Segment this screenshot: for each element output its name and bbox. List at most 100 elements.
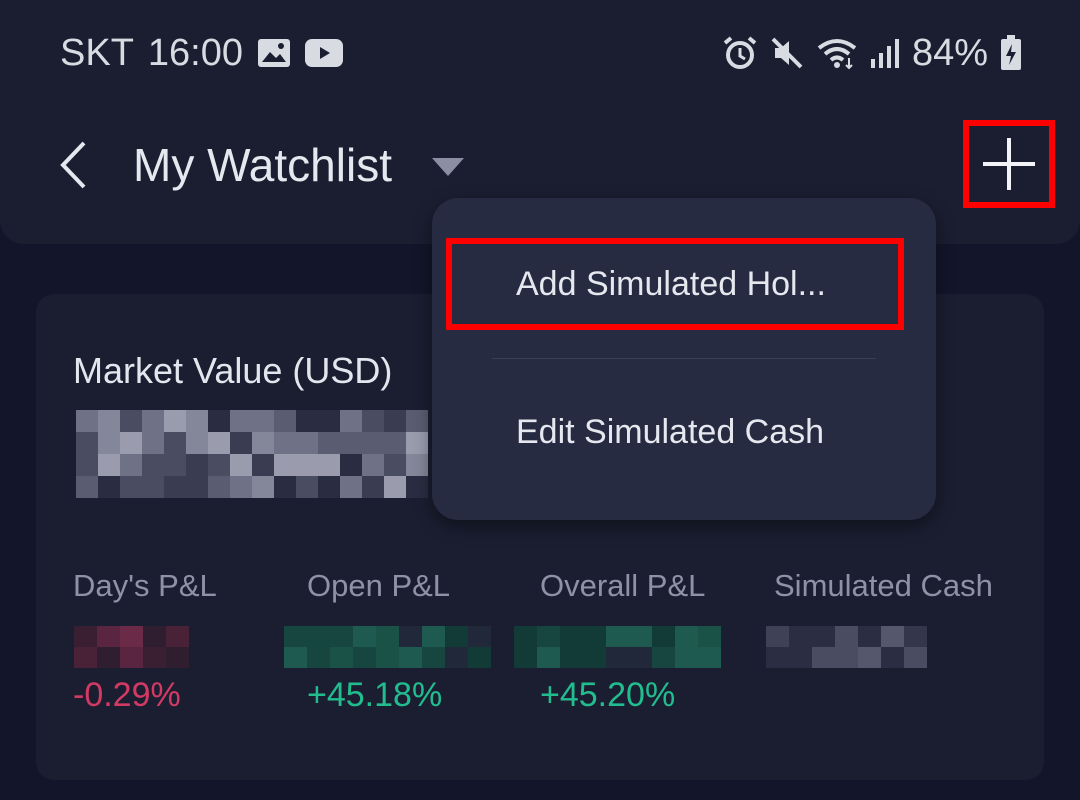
redaction-pixel xyxy=(406,432,428,454)
redaction-pixel xyxy=(120,626,143,647)
alarm-icon xyxy=(722,35,758,71)
redaction-pixel xyxy=(698,626,721,647)
redaction-pixel xyxy=(904,626,927,647)
redaction-pixel xyxy=(186,432,208,454)
video-icon xyxy=(305,39,343,67)
redaction-pixel xyxy=(560,626,583,647)
redaction-pixel xyxy=(399,626,422,647)
redaction-pixel xyxy=(208,410,230,432)
add-menu-popup: Add Simulated Hol... Edit Simulated Cash xyxy=(432,198,936,520)
redacted-days-pnl-value xyxy=(74,626,189,668)
redaction-pixel xyxy=(606,626,629,647)
add-button[interactable] xyxy=(963,120,1055,208)
redaction-pixel xyxy=(164,410,186,432)
battery-percent: 84% xyxy=(911,31,988,74)
overall-pnl-label: Overall P&L xyxy=(540,568,706,603)
redaction-pixel xyxy=(537,647,560,668)
image-icon xyxy=(257,38,291,68)
battery-icon xyxy=(1000,35,1022,71)
redaction-pixel xyxy=(142,476,164,498)
redaction-pixel xyxy=(858,626,881,647)
redaction-pixel xyxy=(166,647,189,668)
redaction-pixel xyxy=(384,454,406,476)
redaction-pixel xyxy=(362,476,384,498)
redaction-pixel xyxy=(789,647,812,668)
redaction-pixel xyxy=(142,410,164,432)
redaction-pixel xyxy=(296,432,318,454)
redaction-pixel xyxy=(252,454,274,476)
redaction-pixel xyxy=(142,432,164,454)
redaction-pixel xyxy=(296,410,318,432)
redaction-pixel xyxy=(97,626,120,647)
signal-icon xyxy=(870,37,900,69)
redaction-pixel xyxy=(340,410,362,432)
redaction-pixel xyxy=(835,647,858,668)
open-pnl-label: Open P&L xyxy=(307,568,451,603)
redaction-pixel xyxy=(120,410,142,432)
redaction-pixel xyxy=(318,410,340,432)
redaction-pixel xyxy=(652,626,675,647)
redaction-pixel xyxy=(76,476,98,498)
back-button[interactable] xyxy=(48,134,98,196)
redaction-pixel xyxy=(376,647,399,668)
redaction-pixel xyxy=(675,626,698,647)
redaction-pixel xyxy=(766,626,789,647)
redaction-pixel xyxy=(330,626,353,647)
redaction-pixel xyxy=(208,432,230,454)
redaction-pixel xyxy=(164,454,186,476)
redaction-pixel xyxy=(143,626,166,647)
redaction-pixel xyxy=(296,454,318,476)
redaction-pixel xyxy=(166,626,189,647)
redaction-pixel xyxy=(76,454,98,476)
redaction-pixel xyxy=(230,410,252,432)
redaction-pixel xyxy=(362,410,384,432)
redaction-pixel xyxy=(468,647,491,668)
highlight-box xyxy=(446,238,904,330)
status-right: 84% xyxy=(722,28,1022,78)
redaction-pixel xyxy=(560,647,583,668)
caret-down-icon xyxy=(431,158,464,176)
redaction-pixel xyxy=(307,626,330,647)
redaction-pixel xyxy=(274,476,296,498)
redaction-pixel xyxy=(340,432,362,454)
redaction-pixel xyxy=(252,410,274,432)
menu-divider xyxy=(492,358,876,359)
redaction-pixel xyxy=(881,647,904,668)
redaction-pixel xyxy=(318,476,340,498)
redaction-pixel xyxy=(353,626,376,647)
redaction-pixel xyxy=(583,626,606,647)
redaction-pixel xyxy=(284,647,307,668)
redaction-pixel xyxy=(230,454,252,476)
redaction-pixel xyxy=(76,410,98,432)
redaction-pixel xyxy=(307,647,330,668)
redaction-pixel xyxy=(858,647,881,668)
redaction-pixel xyxy=(698,647,721,668)
mute-icon xyxy=(770,36,804,70)
redaction-pixel xyxy=(445,626,468,647)
status-left: SKT 16:00 xyxy=(60,28,343,78)
watchlist-selector[interactable]: My Watchlist xyxy=(133,132,464,198)
redaction-pixel xyxy=(274,410,296,432)
redaction-pixel xyxy=(384,476,406,498)
redaction-pixel xyxy=(629,626,652,647)
redacted-overall-pnl-value xyxy=(514,626,721,668)
redaction-pixel xyxy=(629,647,652,668)
redaction-pixel xyxy=(143,647,166,668)
redaction-pixel xyxy=(97,647,120,668)
menu-item-edit-simulated-cash[interactable]: Edit Simulated Cash xyxy=(432,386,936,478)
wifi-icon xyxy=(816,36,858,70)
redaction-pixel xyxy=(98,454,120,476)
redaction-pixel xyxy=(384,410,406,432)
redaction-pixel xyxy=(468,626,491,647)
status-bar: SKT 16:00 84% xyxy=(0,0,1080,104)
days-pnl-percent: -0.29% xyxy=(73,676,181,714)
redaction-pixel xyxy=(766,647,789,668)
redaction-pixel xyxy=(120,647,143,668)
redaction-pixel xyxy=(274,454,296,476)
chevron-left-icon xyxy=(60,141,86,189)
redaction-pixel xyxy=(76,432,98,454)
clock: 16:00 xyxy=(147,31,243,74)
redaction-pixel xyxy=(98,476,120,498)
redaction-pixel xyxy=(164,476,186,498)
redaction-pixel xyxy=(340,454,362,476)
